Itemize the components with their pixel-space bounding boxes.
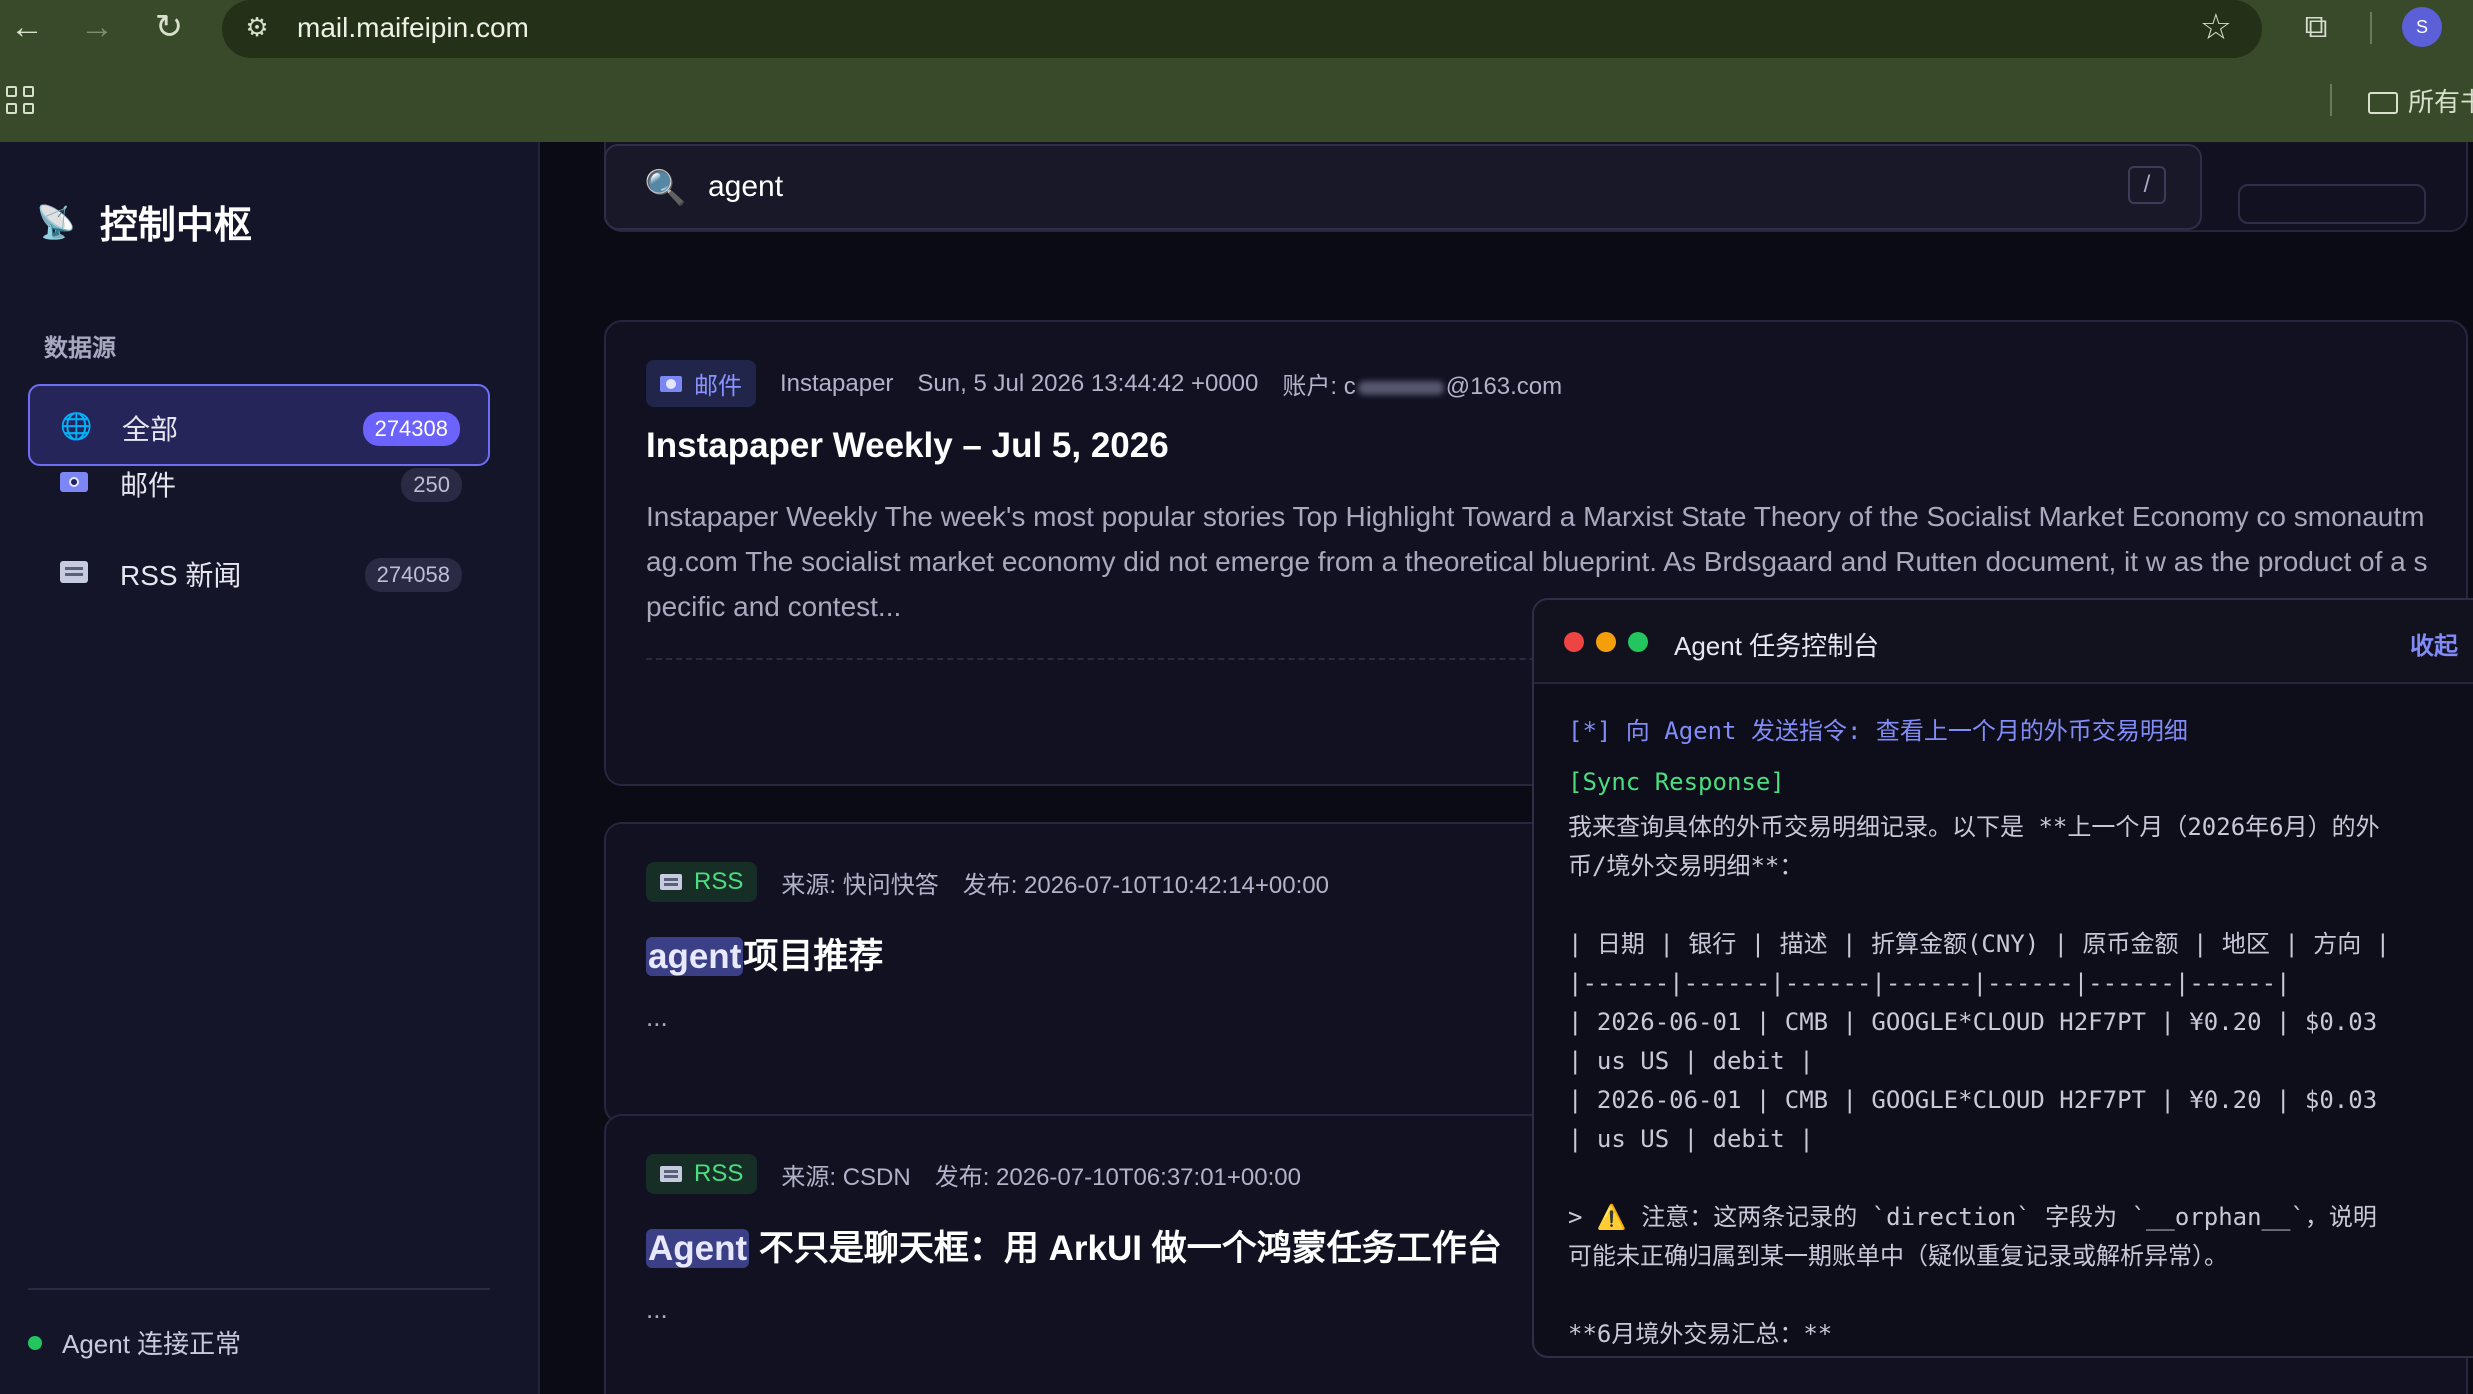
sidebar-item-mail[interactable]: 邮件 250 [28, 442, 490, 524]
type-tag-label: RSS [694, 868, 744, 895]
account-suffix: @163.com [1445, 373, 1563, 400]
result-source: Instapaper [780, 369, 894, 397]
account-label: 账户: c [1282, 373, 1356, 400]
console-line: **6月境外交易汇总：** [1568, 1320, 1833, 1348]
console-line: 我来查询具体的外币交易明细记录。以下是 **上一个月（2026年6月）的外 [1568, 813, 2380, 841]
type-tag-label: RSS [694, 1160, 744, 1187]
maximize-dot-icon[interactable] [1628, 632, 1648, 652]
satellite-dish-icon: 📡 [36, 203, 76, 240]
minimize-dot-icon[interactable] [1596, 632, 1616, 652]
search-bar[interactable]: 🔍 agent / [604, 144, 2202, 230]
result-meta: RSS 来源: CSDN 发布: 2026-07-10T06:37:01+00:… [646, 1154, 1325, 1194]
type-tag-mail: 邮件 [646, 360, 756, 407]
result-title[interactable]: Instapaper Weekly – Jul 5, 2026 [646, 426, 1169, 466]
sidebar-item-rss[interactable]: RSS 新闻 274058 [28, 532, 490, 614]
newspaper-icon [58, 556, 90, 588]
console-command-line: [*] 向 Agent 发送指令: 查看上一个月的外币交易明细 [1568, 717, 2188, 745]
reload-icon[interactable]: ↻ [148, 6, 190, 48]
sidebar-item-label: RSS 新闻 [120, 560, 242, 591]
newspaper-icon [660, 1166, 682, 1182]
search-shortcut-key: / [2128, 166, 2166, 204]
count-badge: 274058 [364, 558, 462, 592]
console-line: > ⚠️ 注意：这两条记录的 `direction` 字段为 `__orphan… [1568, 1203, 2377, 1231]
extensions-icon[interactable]: ⧉ [2296, 6, 2336, 46]
status-text: Agent 连接正常 [62, 1329, 242, 1359]
browser-chrome: ← → ↻ ⚙ mail.maifeipin.com ☆ ⧉ S 所有书签 [0, 0, 2473, 142]
toolbar-divider [2370, 12, 2372, 44]
section-label-data-sources: 数据源 [44, 335, 116, 362]
close-dot-icon[interactable] [1564, 632, 1584, 652]
result-meta: 邮件 Instapaper Sun, 5 Jul 2026 13:44:42 +… [646, 360, 1562, 407]
agent-console: Agent 任务控制台 收起 [*] 向 Agent 发送指令: 查看上一个月的… [1532, 598, 2473, 1358]
mail-icon [58, 466, 90, 498]
site-settings-icon[interactable]: ⚙ [240, 10, 274, 44]
result-title[interactable]: agent项目推荐 [646, 928, 883, 979]
search-highlight: agent [646, 937, 744, 976]
folder-icon [2368, 92, 2398, 114]
excerpt-divider [646, 658, 1646, 660]
sidebar-item-label: 邮件 [120, 470, 177, 501]
bookmark-star-icon[interactable]: ☆ [2200, 6, 2232, 48]
search-icon: 🔍 [644, 169, 687, 207]
status-dot-icon [28, 1335, 42, 1350]
console-line: 币/境外交易明细**： [1568, 852, 1804, 880]
type-tag-label: 邮件 [694, 373, 742, 400]
result-date: 发布: 2026-07-10T10:42:14+00:00 [962, 871, 1329, 899]
bookmarks-divider [2330, 84, 2332, 116]
result-title-text: 项目推荐 [743, 937, 884, 976]
search-input[interactable]: agent [708, 170, 783, 204]
all-bookmarks-folder[interactable]: 所有书签 [2368, 82, 2473, 119]
result-source: 来源: CSDN [781, 1163, 911, 1191]
console-line: | 日期 | 银行 | 描述 | 折算金额(CNY) | 原币金额 | 地区 |… [1568, 930, 2391, 958]
result-excerpt: ... [646, 1294, 668, 1324]
sidebar: 📡 控制中枢 数据源 🌐 全部 274308 邮件 250 RSS 新闻 274… [0, 142, 540, 1394]
console-title: Agent 任务控制台 [1674, 631, 1880, 661]
address-bar[interactable]: ⚙ mail.maifeipin.com ☆ [222, 0, 2262, 58]
result-source: 来源: 快问快答 [781, 871, 939, 899]
type-tag-rss: RSS [646, 1154, 758, 1194]
url-text[interactable]: mail.maifeipin.com [297, 12, 529, 44]
result-date: Sun, 5 Jul 2026 13:44:42 +0000 [917, 369, 1259, 397]
profile-avatar[interactable]: S [2402, 7, 2442, 47]
back-arrow-icon[interactable]: ← [6, 6, 48, 48]
search-highlight: Agent [646, 1229, 750, 1268]
console-output: [*] 向 Agent 发送指令: 查看上一个月的外币交易明细 [Sync Re… [1568, 712, 2468, 1354]
apps-grid-icon[interactable] [4, 84, 38, 118]
result-title-text: 不只是聊天框：用 ArkUI 做一个鸿蒙任务工作台 [749, 1229, 1502, 1268]
previous-card-button[interactable] [2238, 184, 2426, 224]
type-tag-rss: RSS [646, 862, 758, 902]
count-badge: 274308 [362, 412, 460, 446]
agent-status: Agent 连接正常 [28, 1324, 241, 1361]
redacted-text [1357, 380, 1444, 395]
bookmarks-bar: 所有书签 [0, 72, 2473, 132]
forward-arrow-icon[interactable]: → [76, 6, 118, 48]
brand: 📡 控制中枢 [36, 194, 252, 249]
console-header: Agent 任务控制台 收起 [1534, 600, 2473, 684]
console-sync-label: [Sync Response] [1568, 768, 1785, 796]
all-bookmarks-label: 所有书签 [2408, 87, 2473, 117]
result-excerpt: ... [646, 1002, 668, 1032]
result-account: 账户: c @163.com [1282, 366, 1562, 401]
newspaper-icon [660, 874, 682, 890]
mail-icon [660, 375, 682, 392]
sidebar-divider [28, 1288, 490, 1290]
result-meta: RSS 来源: 快问快答 发布: 2026-07-10T10:42:14+00:… [646, 862, 1353, 902]
app-title: 控制中枢 [99, 205, 252, 247]
browser-toolbar: ← → ↻ ⚙ mail.maifeipin.com ☆ ⧉ S [0, 0, 2473, 58]
globe-icon: 🌐 [60, 411, 93, 441]
console-line: | 2026-06-01 | CMB | GOOGLE*CLOUD H2F7PT… [1568, 1008, 2378, 1036]
console-line: | us US | debit | [1568, 1047, 1814, 1075]
collapse-button[interactable]: 收起 [2410, 626, 2458, 661]
count-badge: 250 [401, 468, 462, 502]
console-line: | us US | debit | [1568, 1125, 1814, 1153]
result-title[interactable]: Agent 不只是聊天框：用 ArkUI 做一个鸿蒙任务工作台 [646, 1220, 1502, 1271]
console-line: |------|------|------|------|------|----… [1568, 969, 2291, 997]
console-line: | 2026-06-01 | CMB | GOOGLE*CLOUD H2F7PT… [1568, 1086, 2378, 1114]
console-line: 可能未正确归属到某一期账单中（疑似重复记录或解析异常）。 [1568, 1242, 2228, 1270]
result-date: 发布: 2026-07-10T06:37:01+00:00 [934, 1163, 1301, 1191]
